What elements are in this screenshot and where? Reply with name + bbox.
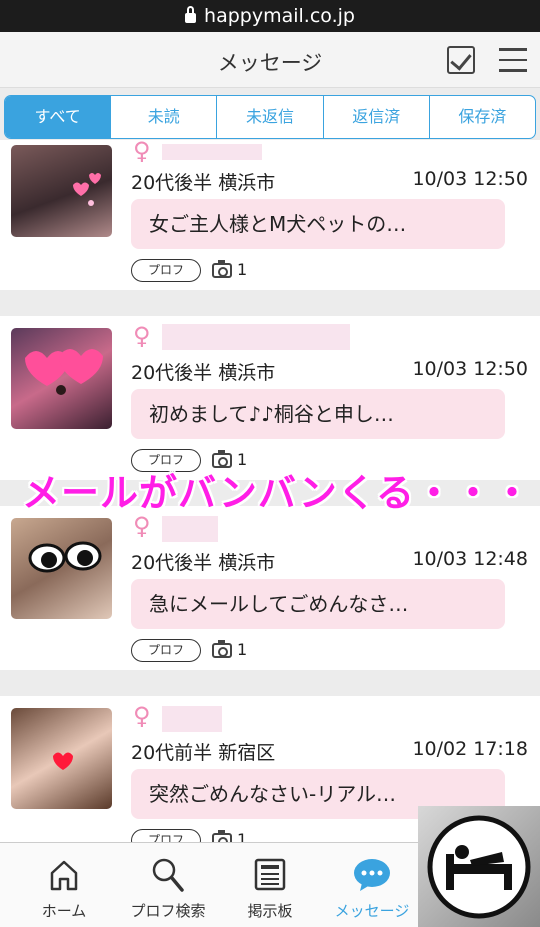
nav-home[interactable]: ホーム [24, 843, 104, 927]
lock-icon [185, 6, 197, 23]
nav-label: ホーム [41, 902, 87, 920]
tab-all[interactable]: すべて [5, 96, 111, 138]
avatar-photo [53, 752, 73, 770]
board-icon [254, 858, 286, 891]
timestamp: 10/03 12:48 [412, 548, 528, 570]
timestamp: 10/02 17:18 [412, 738, 528, 760]
site-logo [418, 806, 540, 927]
avatar-photo [28, 541, 102, 573]
gender-icon: ♀ [133, 322, 151, 350]
tab-unread[interactable]: 未読 [110, 96, 216, 138]
avatar[interactable] [11, 708, 112, 809]
message-row[interactable]: ♀ 20代後半 横浜市 10/03 12:50 女ご主人様とM犬ペットの… プロ… [0, 137, 540, 290]
message-row[interactable]: ♀ 20代後半 横浜市 10/03 12:50 初めまして♪♪桐谷と申し… プロ… [0, 316, 540, 480]
camera-icon [212, 260, 232, 278]
message-row[interactable]: ♀ 20代後半 横浜市 10/03 12:48 急にメールしてごめんなさ… プロ… [0, 506, 540, 670]
home-icon [50, 860, 78, 891]
message-preview[interactable]: 急にメールしてごめんなさ… [131, 579, 505, 629]
message-preview[interactable]: 女ご主人様とM犬ペットの… [131, 199, 505, 249]
avatar-photo [73, 173, 101, 206]
photo-count: 1 [237, 260, 248, 279]
search-icon [152, 858, 184, 892]
timestamp: 10/03 12:50 [412, 358, 528, 380]
name-blurred [162, 324, 350, 350]
avatar[interactable] [11, 518, 112, 619]
message-icon [354, 859, 390, 891]
profile-button[interactable]: プロフ [131, 259, 201, 282]
name-blurred [162, 706, 222, 732]
avatar[interactable] [11, 328, 112, 429]
tab-unreplied[interactable]: 未返信 [216, 96, 322, 138]
nav-profile-search[interactable]: プロフ検索 [118, 843, 218, 927]
nav-label: プロフ検索 [130, 902, 206, 920]
url-text: happymail.co.jp [204, 5, 355, 27]
avatar-photo [25, 349, 103, 395]
profile-meta: 20代後半 横浜市 [131, 552, 276, 574]
overlay-caption: メールがバンバンくる・・・ [22, 471, 533, 515]
header: メッセージ [0, 32, 540, 88]
photo-count: 1 [237, 640, 248, 659]
gender-icon: ♀ [133, 702, 151, 730]
gender-icon: ♀ [133, 137, 151, 165]
url-bar[interactable]: happymail.co.jp [0, 0, 540, 32]
tab-replied[interactable]: 返信済 [322, 96, 429, 138]
checkbox-edit-icon[interactable] [447, 46, 475, 74]
logo-emblem [427, 815, 531, 919]
message-preview[interactable]: 初めまして♪♪桐谷と申し… [131, 389, 505, 439]
tab-saved[interactable]: 保存済 [428, 96, 535, 138]
hamburger-menu-icon[interactable] [499, 48, 527, 72]
profile-meta: 20代後半 横浜市 [131, 172, 276, 194]
name-blurred [162, 516, 218, 542]
nav-label: 掲示板 [247, 902, 293, 920]
profile-meta: 20代前半 新宿区 [131, 742, 276, 764]
name-blurred [162, 144, 262, 160]
profile-meta: 20代後半 横浜市 [131, 362, 276, 384]
nav-label: メッセージ [334, 902, 410, 920]
timestamp: 10/03 12:50 [412, 168, 528, 190]
nav-board[interactable]: 掲示板 [230, 843, 310, 927]
avatar[interactable] [11, 145, 112, 237]
profile-button[interactable]: プロフ [131, 639, 201, 662]
nav-message[interactable]: メッセージ [326, 843, 418, 927]
message-filter-tabs: すべて 未読 未返信 返信済 保存済 [4, 95, 536, 139]
camera-icon [212, 640, 232, 658]
